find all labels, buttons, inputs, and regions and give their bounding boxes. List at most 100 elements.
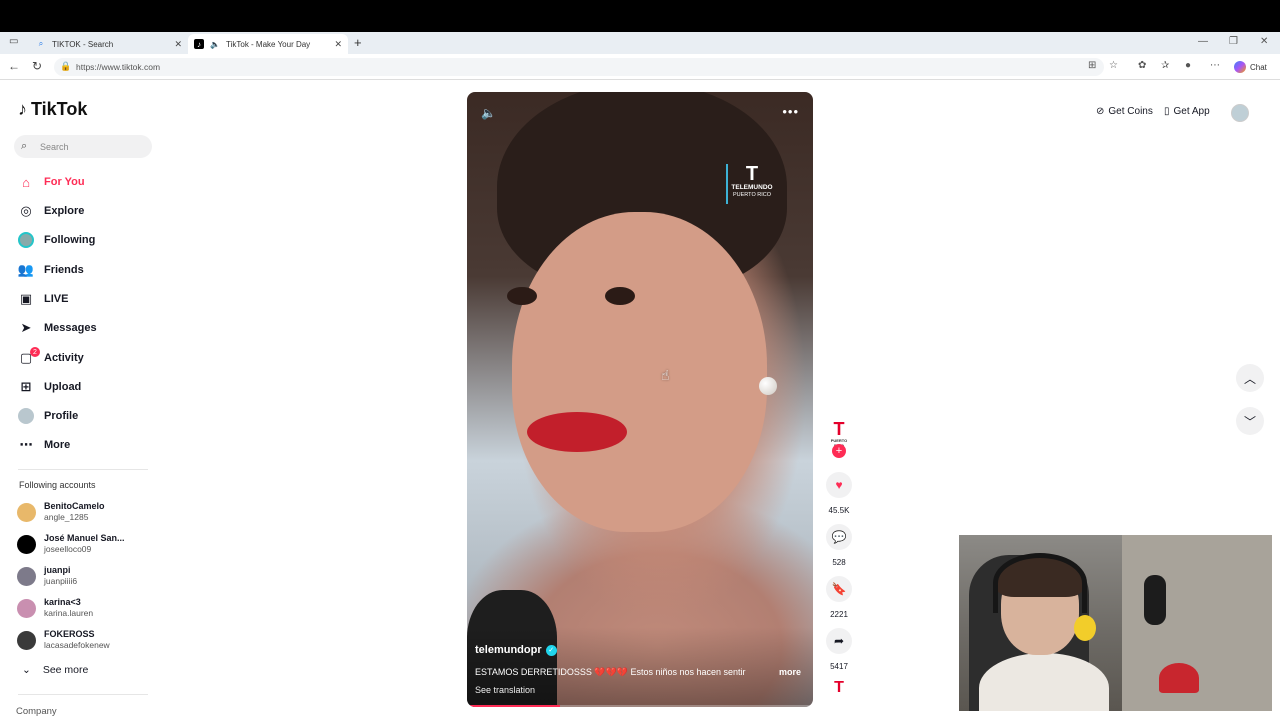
- see-translation-link[interactable]: See translation: [475, 685, 535, 695]
- like-count: 45.5K: [828, 506, 850, 515]
- get-app-button[interactable]: ▯ Get App: [1164, 106, 1210, 117]
- nav-profile[interactable]: Profile: [18, 408, 78, 424]
- account-item[interactable]: José Manuel San... joseelloco09: [17, 533, 125, 555]
- tiktok-logo[interactable]: ♪ TikTok: [18, 99, 87, 120]
- get-app-label: Get App: [1173, 106, 1210, 117]
- bookmark-icon[interactable]: 🔖: [826, 576, 852, 602]
- nav-friends[interactable]: 👥 Friends: [18, 262, 84, 278]
- webcam-shirt: [979, 653, 1109, 711]
- search-icon: ⌕: [21, 140, 28, 152]
- webcam-plush: [1074, 615, 1096, 641]
- like-action[interactable]: ♥ 45.5K: [826, 472, 852, 515]
- comment-icon[interactable]: 💬: [826, 524, 852, 550]
- friends-icon: 👥: [17, 262, 35, 277]
- nav-upload[interactable]: ⊞ Upload: [18, 379, 82, 395]
- video-frame-eye: [605, 287, 635, 305]
- search-placeholder: Search: [40, 141, 69, 152]
- following-accounts-title: Following accounts: [19, 480, 96, 490]
- company-link[interactable]: Company: [16, 706, 57, 717]
- profile-icon[interactable]: ●: [1185, 60, 1191, 71]
- url-field[interactable]: https://www.tiktok.com: [54, 58, 1104, 76]
- account-avatar: [17, 502, 36, 522]
- video-frame-lips: [527, 412, 627, 452]
- favorite-star-icon[interactable]: ☆: [1109, 60, 1118, 71]
- refresh-icon[interactable]: ↻: [32, 59, 42, 73]
- user-avatar[interactable]: [1231, 104, 1249, 122]
- music-disc[interactable]: T: [827, 680, 851, 702]
- window-close-icon[interactable]: ✕: [1260, 36, 1268, 47]
- see-more-label: See more: [42, 664, 89, 676]
- previous-video-button[interactable]: ︿: [1236, 364, 1264, 392]
- sidebar-divider: [18, 694, 148, 695]
- account-handle: karina.lauren: [44, 608, 94, 618]
- copilot-icon: [1234, 61, 1246, 73]
- account-name: juanpi: [44, 565, 71, 575]
- minimize-icon[interactable]: —: [1198, 36, 1208, 47]
- get-coins-label: Get Coins: [1108, 106, 1153, 117]
- tiktok-note-icon: ♪: [18, 99, 27, 119]
- nav-label: Messages: [44, 322, 97, 334]
- webcam-microphone: [1144, 575, 1166, 625]
- share-action[interactable]: ➦ 5417: [826, 628, 852, 671]
- account-item[interactable]: FOKEROSS lacasadefokenew: [17, 629, 110, 651]
- share-icon[interactable]: ➦: [826, 628, 852, 654]
- close-icon[interactable]: ✕: [334, 39, 342, 50]
- tiktok-favicon-icon: ♪: [194, 39, 204, 49]
- close-icon[interactable]: ✕: [174, 39, 182, 50]
- account-item[interactable]: karina<3 karina.lauren: [17, 597, 93, 619]
- new-tab-button[interactable]: +: [354, 35, 362, 50]
- nav-label: Profile: [44, 410, 79, 422]
- webcam-overlay: [959, 535, 1272, 711]
- heart-icon[interactable]: ♥: [826, 472, 852, 498]
- nav-activity[interactable]: ▢ Activity: [18, 350, 84, 366]
- speaker-icon[interactable]: 🔈: [210, 39, 220, 49]
- upload-icon: ⊞: [20, 379, 32, 394]
- nav-live[interactable]: ▣ LIVE: [18, 291, 69, 307]
- favorites-icon[interactable]: ✰: [1161, 60, 1169, 71]
- nav-more[interactable]: ⋯ More: [18, 437, 71, 453]
- creator-avatar[interactable]: T PUERTO RICO: [827, 420, 851, 448]
- nav-label: Explore: [44, 205, 85, 217]
- tab-tiktok-search[interactable]: ⌕ TIKTOK - Search ✕: [30, 34, 188, 54]
- search-icon: ⌕: [38, 39, 44, 48]
- settings-more-icon[interactable]: ⋯: [1210, 60, 1220, 71]
- video-player[interactable]: 🔈 ••• T TELEMUNDO PUERTO RICO telemundop…: [467, 92, 813, 707]
- tab-actions-icon[interactable]: ▭: [9, 36, 18, 47]
- home-icon: ⌂: [22, 174, 30, 190]
- nav-messages[interactable]: ➤ Messages: [18, 320, 97, 336]
- comment-action[interactable]: 💬 528: [826, 524, 852, 567]
- back-icon[interactable]: ←: [8, 59, 20, 73]
- account-handle: joseelloco09: [44, 544, 92, 554]
- see-more-button[interactable]: ⌄ See more: [22, 664, 88, 676]
- caption-more-button[interactable]: more: [779, 667, 801, 677]
- telemundo-watermark: T TELEMUNDO PUERTO RICO: [726, 164, 776, 204]
- account-item[interactable]: juanpi juanpiiii6: [17, 565, 77, 587]
- volume-icon[interactable]: 🔈: [481, 106, 496, 120]
- nav-explore[interactable]: ◎ Explore: [18, 203, 84, 219]
- get-coins-button[interactable]: ⊘ Get Coins: [1096, 106, 1153, 117]
- next-video-button[interactable]: ﹀: [1236, 407, 1264, 435]
- verified-icon: ✓: [545, 644, 557, 656]
- save-action[interactable]: 🔖 2221: [826, 576, 852, 619]
- account-avatar: [17, 630, 36, 650]
- video-progress-bar[interactable]: [467, 705, 813, 707]
- send-icon: ➤: [20, 320, 32, 335]
- tab-tiktok-home[interactable]: ♪ 🔈 TikTok - Make Your Day ✕: [188, 34, 348, 54]
- watermark-line2: PUERTO RICO: [733, 192, 771, 198]
- restore-icon[interactable]: ❐: [1229, 36, 1238, 47]
- video-username[interactable]: telemundopr ✓: [475, 644, 557, 656]
- extensions-icon[interactable]: ✿: [1138, 60, 1146, 71]
- more-options-icon[interactable]: •••: [782, 104, 799, 119]
- more-dots-icon: ⋯: [19, 437, 33, 452]
- copilot-chat-button[interactable]: Chat: [1234, 61, 1267, 73]
- live-icon: ▣: [19, 291, 33, 306]
- nav-label: Activity: [44, 352, 84, 364]
- follow-button[interactable]: +: [832, 444, 846, 458]
- video-caption: ESTAMOS DERRETIDOSSS 💔💔💔 Estos niños nos…: [475, 667, 746, 677]
- lock-icon[interactable]: 🔒: [60, 61, 71, 72]
- app-available-icon[interactable]: ⊞: [1088, 60, 1096, 71]
- search-input[interactable]: Search: [14, 135, 152, 158]
- nav-following[interactable]: Following: [18, 232, 95, 248]
- nav-for-you[interactable]: ⌂ For You: [18, 174, 84, 190]
- account-item[interactable]: BenitoCamelo angle_1285: [17, 501, 105, 523]
